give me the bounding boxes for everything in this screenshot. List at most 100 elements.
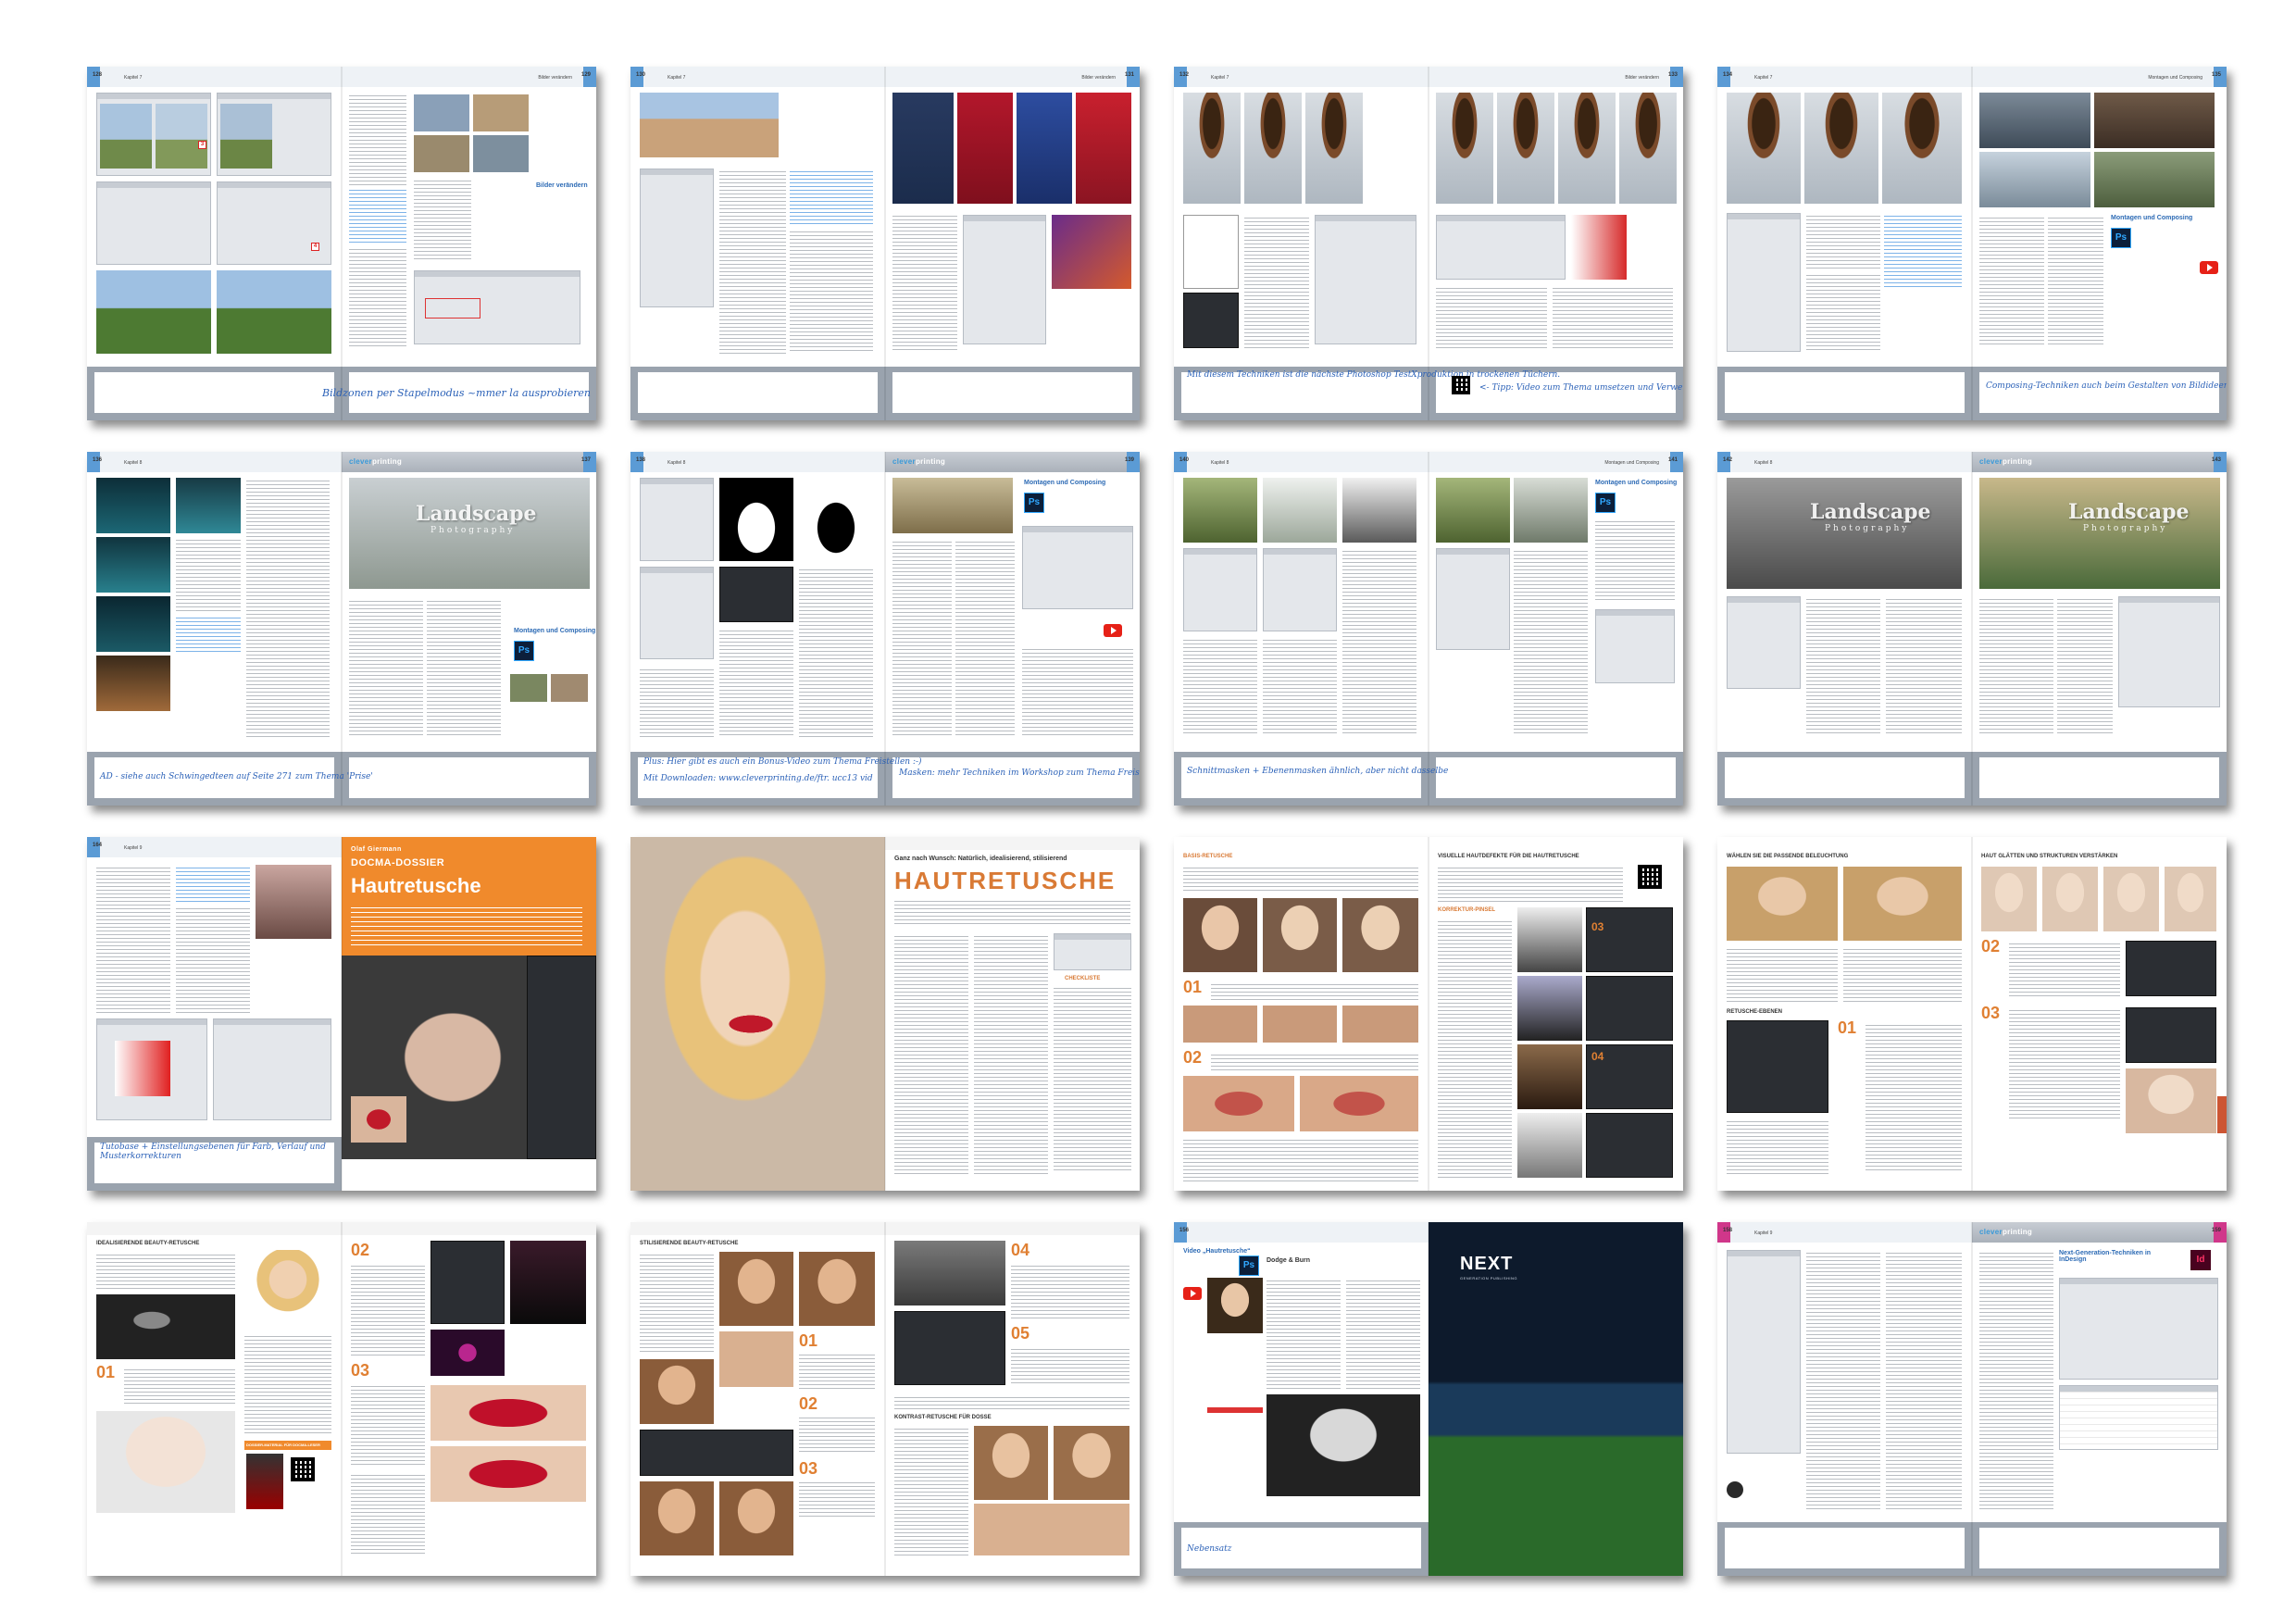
text-column	[246, 478, 330, 737]
photo-landscape-color	[1979, 478, 2220, 589]
text-column	[894, 1394, 1129, 1409]
bulb-icon	[1727, 1481, 1743, 1498]
photo-portrait-blue	[1183, 93, 1241, 204]
running-head: Kapitel 8	[1211, 460, 1229, 466]
photo-portrait-red	[1305, 93, 1363, 204]
histogram-screenshot	[1595, 609, 1675, 683]
text-column	[349, 598, 423, 737]
photo-photographer	[1514, 478, 1588, 543]
spread-4: 134 Kapitel 7 135 Montagen und Composing…	[1717, 67, 2227, 420]
section-header: RETUSCHE-EBENEN	[1727, 1009, 1783, 1015]
page-left: 130 Kapitel 7	[630, 67, 885, 420]
product-box	[246, 1454, 283, 1509]
ui-screenshot	[2126, 941, 2216, 996]
photo-photographer	[1183, 478, 1257, 543]
handwritten-note: Plus: Hier gibt es auch ein Bonus-Video …	[643, 757, 922, 767]
panel-screenshot	[640, 567, 714, 659]
page-number: 143	[2211, 457, 2221, 463]
photoshop-icon: Ps	[2111, 228, 2131, 248]
text-column	[799, 567, 873, 737]
step-number: 02	[1981, 937, 2001, 956]
text-column	[799, 1352, 875, 1389]
photo-composing	[1979, 93, 2090, 148]
photo-portrait	[1727, 93, 1801, 204]
photo-portrait-orange	[1619, 93, 1677, 204]
notes-footer	[1972, 367, 2227, 420]
section-header: WÄHLEN SIE DIE PASSENDE BELEUCHTUNG	[1727, 854, 1849, 859]
photo-landscape-bw	[1727, 478, 1962, 589]
text-column	[1183, 637, 1257, 735]
spread-15: 156 Video „Hautretusche“ Ps Dodge & Burn…	[1174, 1222, 1683, 1576]
text-column	[1979, 215, 2044, 344]
photoshop-icon: Ps	[1239, 1255, 1259, 1276]
dialog-screenshot	[1022, 526, 1133, 609]
panel-screenshot	[1436, 548, 1510, 650]
intro-text	[1183, 865, 1418, 893]
page-left: IDEALISIERENDE BEAUTY-RETUSCHE 01 DOSSIE…	[87, 1222, 342, 1576]
section-title: Montagen und Composing	[514, 628, 596, 634]
text-column	[124, 1367, 235, 1404]
photo-woman	[892, 93, 954, 204]
article-title: HAUTRETUSCHE	[894, 867, 1117, 894]
page-number: 142	[1723, 457, 1733, 463]
text-column	[1866, 1022, 1962, 1170]
photo-lips	[430, 1385, 586, 1441]
page-right: 135 Montagen und Composing Montagen und …	[1972, 67, 2227, 420]
running-head: Kapitel 7	[1211, 75, 1229, 81]
spread-13: IDEALISIERENDE BEAUTY-RETUSCHE 01 DOSSIE…	[87, 1222, 596, 1576]
software-box	[1054, 933, 1131, 970]
subtitle: Dodge & Burn	[1267, 1257, 1311, 1264]
step-number: 02	[351, 1241, 370, 1259]
text-column	[2009, 941, 2120, 996]
panel-screenshot	[1727, 596, 1801, 689]
page-right: cleverprinting 143 Landscape Photography	[1972, 452, 2227, 806]
intro-text	[351, 904, 582, 948]
step-number: 03	[799, 1459, 818, 1478]
photo-portrait-grey	[1244, 93, 1302, 204]
text-column	[799, 1415, 875, 1452]
page-number: 158	[1723, 1228, 1733, 1233]
step-number: 04	[1011, 1241, 1030, 1259]
photo-grid	[473, 94, 529, 131]
brand-logo: cleverprinting	[1979, 457, 2033, 466]
text-column	[1806, 1250, 1880, 1509]
photo-face	[719, 1481, 793, 1555]
photo-portrait	[1804, 93, 1878, 204]
video-title: Video „Hautretusche“	[1183, 1248, 1251, 1255]
photo-thumb	[551, 674, 588, 702]
photo-face	[1342, 898, 1418, 972]
highlighted-text	[1884, 213, 1962, 287]
step-number: 02	[1183, 1048, 1203, 1067]
text-column	[244, 1333, 331, 1435]
photo-photographer	[1342, 478, 1416, 543]
text-column	[351, 1263, 425, 1355]
photo-portrait-pale	[2042, 867, 2098, 931]
section-header: VISUELLE HAUTDEFEKTE FÜR DIE HAUTRETUSCH…	[1438, 854, 1579, 859]
text-column	[1886, 1250, 1962, 1509]
page-left: STILISIERENDE BEAUTY-RETUSCHE 01 02 03	[630, 1222, 885, 1576]
curves-screenshot	[1586, 907, 1673, 972]
running-head: Kapitel 7	[1754, 75, 1773, 81]
section-header: HAUT GLÄTTEN UND STRUKTUREN VERSTÄRKEN	[1981, 854, 2118, 859]
section-title: Montagen und Composing	[1595, 480, 1678, 486]
page-number: 140	[1179, 457, 1190, 463]
text-column	[719, 628, 793, 737]
section-header: IDEALISIERENDE BEAUTY-RETUSCHE	[96, 1241, 200, 1246]
photo-lips	[430, 1446, 586, 1502]
photo-portrait-blonde	[1843, 867, 1962, 941]
page-right: 129 Bilder verändern Bilder verändern	[342, 67, 596, 420]
photo-texture	[894, 1241, 1005, 1305]
page-left: 164 Kapitel 9	[87, 837, 342, 1191]
brand-logo: cleverprinting	[892, 457, 946, 466]
text-column	[1979, 1250, 2053, 1509]
landscape-title: Landscape	[416, 502, 537, 526]
text-column	[1843, 946, 1962, 1002]
qr-code	[291, 1457, 315, 1481]
photo-lips-detail	[1183, 1076, 1294, 1131]
panel-screenshot	[2118, 596, 2220, 707]
step-number: 01	[799, 1331, 818, 1350]
photo-horse	[96, 270, 211, 354]
page-number: 129	[580, 72, 591, 78]
text-column	[176, 537, 241, 611]
photoshop-icon: Ps	[1024, 493, 1044, 513]
